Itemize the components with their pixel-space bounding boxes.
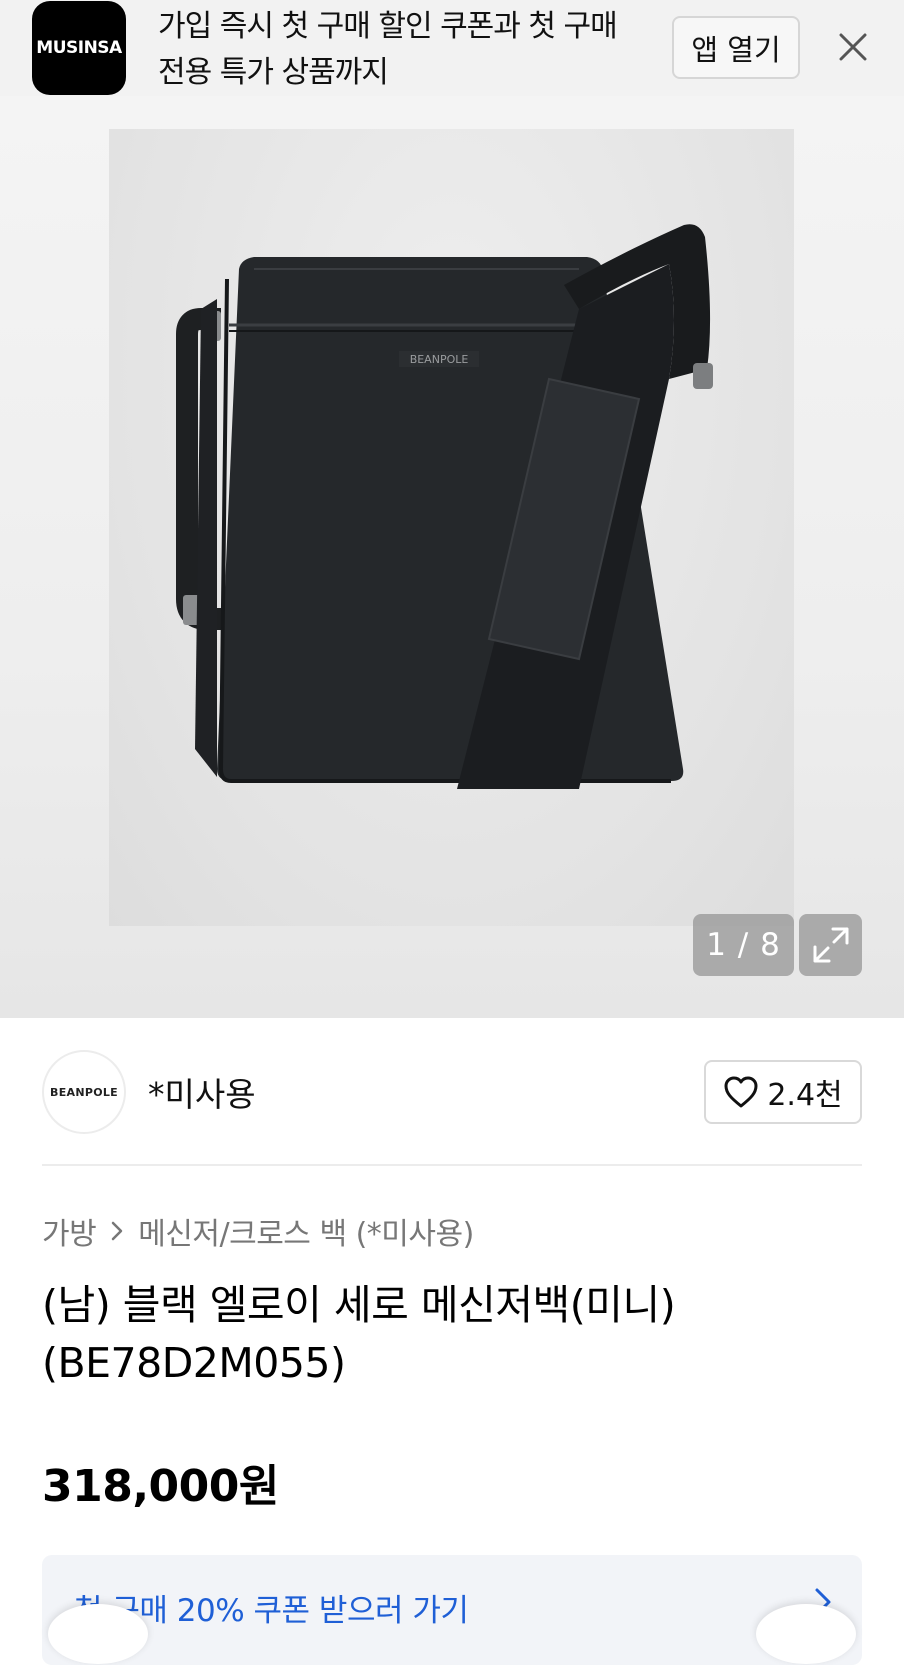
product-title: (남) 블랙 엘로이 세로 메신저백(미니) (BE78D2M055): [42, 1281, 676, 1387]
product-image[interactable]: BEANPOLE: [109, 129, 794, 926]
expand-image-button[interactable]: [799, 914, 862, 976]
bag-brand-logo: BEANPOLE: [410, 353, 469, 366]
close-banner-button[interactable]: [830, 24, 876, 70]
breadcrumb-item-bags[interactable]: 가방: [42, 1209, 97, 1253]
breadcrumb-item-messenger[interactable]: 메신저/크로스 백 (*미사용): [138, 1209, 474, 1253]
image-counter: 1 / 8: [693, 914, 794, 976]
close-icon: [839, 33, 867, 61]
expand-icon: [813, 927, 848, 963]
like-button[interactable]: 2.4천: [704, 1060, 862, 1124]
first-purchase-coupon-link[interactable]: 첫 구매 20% 쿠폰 받으러 가기: [42, 1555, 862, 1665]
floating-button-left[interactable]: [48, 1604, 148, 1664]
product-price: 318,000원: [42, 1461, 279, 1512]
musinsa-logo[interactable]: MUSINSA: [32, 1, 126, 95]
breadcrumb: 가방 메신저/크로스 백 (*미사용): [42, 1210, 474, 1252]
brand-avatar[interactable]: BEANPOLE: [42, 1050, 126, 1134]
heart-icon: [724, 1076, 758, 1108]
brand-row: BEANPOLE *미사용 2.4천: [0, 1018, 904, 1166]
floating-button-right[interactable]: [756, 1604, 856, 1664]
like-count: 2.4천: [767, 1078, 843, 1113]
banner-message: 가입 즉시 첫 구매 할인 쿠폰과 첫 구매 전용 특가 상품까지: [158, 9, 618, 90]
chevron-right-icon: [96, 1210, 138, 1252]
messenger-bag-illustration: BEANPOLE: [176, 224, 713, 789]
divider: [42, 1164, 862, 1166]
product-image-gallery[interactable]: BEANPOLE 1 / 8: [0, 96, 904, 1018]
open-app-button[interactable]: 앱 열기: [672, 16, 800, 79]
brand-name[interactable]: *미사용: [148, 1068, 256, 1116]
app-download-banner: MUSINSA 가입 즉시 첫 구매 할인 쿠폰과 첫 구매 전용 특가 상품까…: [0, 0, 904, 96]
